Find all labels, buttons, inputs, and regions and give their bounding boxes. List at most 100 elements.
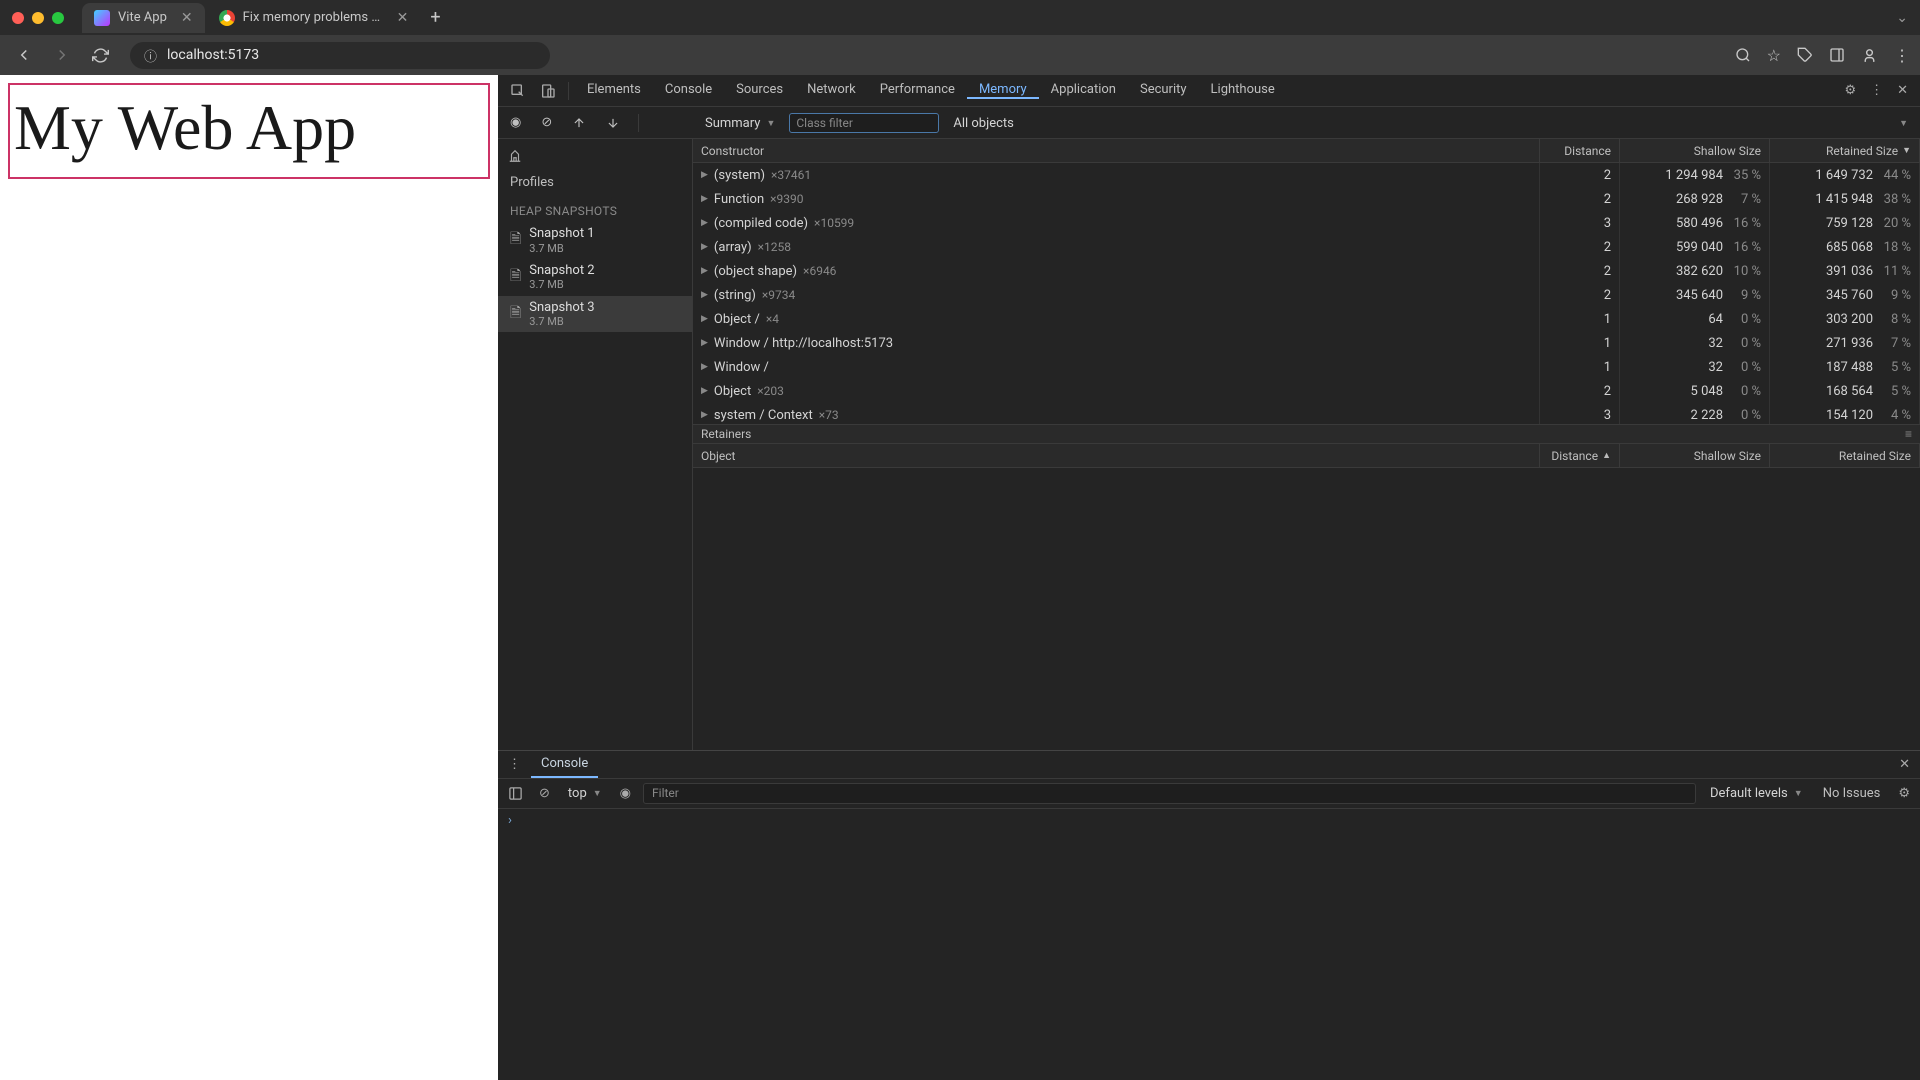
download-icon[interactable] bbox=[600, 116, 626, 130]
col-shallow[interactable]: Shallow Size bbox=[1620, 139, 1770, 162]
expand-icon[interactable]: ▶ bbox=[701, 194, 708, 204]
context-dropdown[interactable]: top ▼ bbox=[562, 786, 608, 801]
retainers-menu-icon[interactable]: ≡ bbox=[1905, 427, 1912, 441]
console-tab[interactable]: Console bbox=[531, 751, 598, 778]
drawer-more-icon[interactable]: ⋮ bbox=[504, 757, 525, 772]
vite-favicon-icon bbox=[94, 10, 110, 26]
col-distance[interactable]: Distance bbox=[1540, 139, 1620, 162]
bookmark-icon[interactable]: ☆ bbox=[1767, 46, 1781, 65]
heap-row[interactable]: ▶ Window / 1 320 % 187 4885 % bbox=[693, 355, 1920, 379]
object-filter-dropdown[interactable]: All objects ▼ bbox=[947, 116, 1914, 131]
extensions-icon[interactable] bbox=[1797, 47, 1813, 63]
close-tab-icon[interactable]: ✕ bbox=[181, 10, 193, 26]
snapshot-item[interactable]: 🗎 Snapshot 3 3.7 MB bbox=[498, 296, 692, 333]
heap-row[interactable]: ▶ Window / http://localhost:5173 1 320 %… bbox=[693, 331, 1920, 355]
retained-pct: 4 % bbox=[1879, 408, 1911, 423]
devtools-tab-sources[interactable]: Sources bbox=[724, 82, 795, 97]
console-drawer: ⋮ Console ✕ ⊘ top ▼ ◉ Default levels bbox=[498, 750, 1920, 1080]
expand-icon[interactable]: ▶ bbox=[701, 410, 708, 420]
log-levels-dropdown[interactable]: Default levels ▼ bbox=[1704, 786, 1809, 801]
reload-button[interactable] bbox=[86, 41, 114, 69]
heap-row[interactable]: ▶ Object ×203 2 5 0480 % 168 5645 % bbox=[693, 379, 1920, 403]
zoom-icon[interactable] bbox=[1735, 47, 1751, 63]
inspect-element-icon[interactable] bbox=[504, 83, 532, 99]
heap-row[interactable]: ▶ Function ×9390 2 268 9287 % 1 415 9483… bbox=[693, 187, 1920, 211]
expand-icon[interactable]: ▶ bbox=[701, 266, 708, 276]
console-body[interactable]: › bbox=[498, 809, 1920, 1080]
console-filter-field[interactable] bbox=[652, 786, 1687, 800]
heap-grid-body[interactable]: ▶ (system) ×37461 2 1 294 98435 % 1 649 … bbox=[693, 163, 1920, 425]
side-panel-icon[interactable] bbox=[1829, 47, 1845, 63]
expand-icon[interactable]: ▶ bbox=[701, 386, 708, 396]
shallow-pct: 0 % bbox=[1729, 360, 1761, 375]
forward-button[interactable] bbox=[48, 41, 76, 69]
close-devtools-icon[interactable]: ✕ bbox=[1891, 83, 1914, 98]
class-filter-input[interactable] bbox=[789, 113, 939, 133]
record-icon[interactable]: ◉ bbox=[504, 115, 527, 130]
col-distance[interactable]: Distance▲ bbox=[1540, 444, 1620, 467]
devtools-tab-memory[interactable]: Memory bbox=[967, 82, 1039, 99]
menu-icon[interactable]: ⋮ bbox=[1894, 46, 1910, 65]
back-button[interactable] bbox=[10, 41, 38, 69]
close-window-button[interactable] bbox=[12, 12, 24, 24]
console-settings-icon[interactable]: ⚙ bbox=[1894, 786, 1914, 801]
snapshot-item[interactable]: 🗎 Snapshot 1 3.7 MB bbox=[498, 222, 692, 259]
settings-icon[interactable]: ⚙ bbox=[1838, 83, 1862, 98]
heap-row[interactable]: ▶ (system) ×37461 2 1 294 98435 % 1 649 … bbox=[693, 163, 1920, 187]
profiles-heading: Profiles bbox=[498, 167, 692, 194]
heap-row[interactable]: ▶ Object / ×4 1 640 % 303 2008 % bbox=[693, 307, 1920, 331]
device-toolbar-icon[interactable] bbox=[534, 83, 562, 99]
window-titlebar: Vite App ✕ Fix memory problems | Dev ✕ +… bbox=[0, 0, 1920, 35]
devtools-tab-performance[interactable]: Performance bbox=[868, 82, 967, 97]
view-mode-dropdown[interactable]: Summary ▼ bbox=[699, 116, 781, 131]
shallow-pct: 9 % bbox=[1729, 288, 1761, 303]
devtools-tab-console[interactable]: Console bbox=[653, 82, 724, 97]
devtools-tab-application[interactable]: Application bbox=[1039, 82, 1128, 97]
toggle-sidebar-icon[interactable] bbox=[504, 786, 527, 801]
url-input[interactable]: ⓘ localhost:5173 bbox=[130, 42, 550, 69]
minimize-window-button[interactable] bbox=[32, 12, 44, 24]
devtools-tab-lighthouse[interactable]: Lighthouse bbox=[1199, 82, 1287, 97]
heap-row[interactable]: ▶ (array) ×1258 2 599 04016 % 685 06818 … bbox=[693, 235, 1920, 259]
devtools-tab-security[interactable]: Security bbox=[1128, 82, 1199, 97]
clear-console-icon[interactable]: ⊘ bbox=[535, 786, 554, 801]
heap-row[interactable]: ▶ (object shape) ×6946 2 382 62010 % 391… bbox=[693, 259, 1920, 283]
more-icon[interactable]: ⋮ bbox=[1864, 83, 1889, 98]
expand-icon[interactable]: ▶ bbox=[701, 242, 708, 252]
heap-row[interactable]: ▶ system / Context ×73 3 2 2280 % 154 12… bbox=[693, 403, 1920, 425]
distance-value: 2 bbox=[1604, 288, 1611, 303]
expand-icon[interactable]: ▶ bbox=[701, 314, 708, 324]
expand-icon[interactable]: ▶ bbox=[701, 170, 708, 180]
snapshot-item[interactable]: 🗎 Snapshot 2 3.7 MB bbox=[498, 259, 692, 296]
expand-icon[interactable]: ▶ bbox=[701, 218, 708, 228]
browser-tab[interactable]: Vite App ✕ bbox=[82, 3, 205, 33]
expand-icon[interactable]: ▶ bbox=[701, 338, 708, 348]
col-retained[interactable]: Retained Size▼ bbox=[1770, 139, 1920, 162]
browser-tab[interactable]: Fix memory problems | Dev ✕ bbox=[207, 3, 421, 33]
console-filter-input[interactable] bbox=[643, 783, 1696, 804]
col-constructor[interactable]: Constructor bbox=[693, 139, 1540, 162]
collect-garbage-icon[interactable] bbox=[498, 145, 692, 167]
live-expression-icon[interactable]: ◉ bbox=[616, 786, 635, 801]
new-tab-button[interactable]: + bbox=[422, 7, 448, 28]
maximize-window-button[interactable] bbox=[52, 12, 64, 24]
heap-row[interactable]: ▶ (string) ×9734 2 345 6409 % 345 7609 % bbox=[693, 283, 1920, 307]
col-shallow[interactable]: Shallow Size bbox=[1620, 444, 1770, 467]
devtools-tab-elements[interactable]: Elements bbox=[575, 82, 653, 97]
expand-tabs-icon[interactable]: ⌄ bbox=[1896, 10, 1908, 26]
context-label: top bbox=[568, 786, 587, 801]
site-info-icon[interactable]: ⓘ bbox=[144, 46, 157, 65]
class-filter-field[interactable] bbox=[796, 116, 932, 130]
upload-icon[interactable] bbox=[566, 116, 592, 130]
close-tab-icon[interactable]: ✕ bbox=[397, 10, 409, 26]
expand-icon[interactable]: ▶ bbox=[701, 362, 708, 372]
clear-icon[interactable]: ⊘ bbox=[535, 115, 558, 130]
devtools-tab-network[interactable]: Network bbox=[795, 82, 868, 97]
heap-row[interactable]: ▶ (compiled code) ×10599 3 580 49616 % 7… bbox=[693, 211, 1920, 235]
close-drawer-icon[interactable]: ✕ bbox=[1895, 757, 1914, 772]
heap-snapshots-heading: HEAP SNAPSHOTS bbox=[498, 194, 692, 222]
col-object[interactable]: Object bbox=[693, 444, 1540, 467]
col-retained[interactable]: Retained Size bbox=[1770, 444, 1920, 467]
expand-icon[interactable]: ▶ bbox=[701, 290, 708, 300]
profile-icon[interactable] bbox=[1861, 47, 1878, 64]
